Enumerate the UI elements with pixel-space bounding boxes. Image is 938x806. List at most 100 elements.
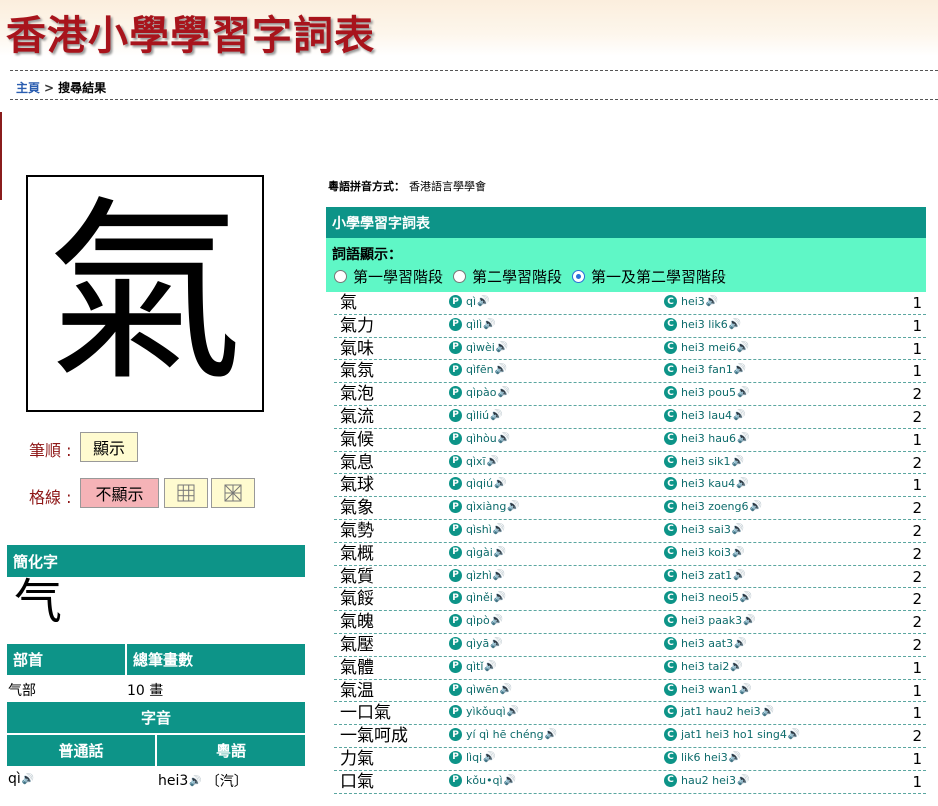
- speaker-icon[interactable]: 🔊: [491, 615, 503, 626]
- stage-2-label[interactable]: 第二學習階段: [472, 266, 562, 287]
- speaker-icon[interactable]: 🔊: [484, 661, 496, 672]
- speaker-icon[interactable]: 🔊: [729, 752, 741, 763]
- speaker-icon[interactable]: 🔊: [706, 296, 718, 307]
- table-row: 氣壓 Pqìyā 🔊 Chei3 aat3 🔊 2: [334, 634, 926, 657]
- grid-square-button[interactable]: [164, 478, 208, 508]
- pinyin-text: kǒu•qì: [466, 773, 503, 787]
- speaker-icon[interactable]: 🔊: [740, 592, 752, 603]
- speaker-icon[interactable]: 🔊: [507, 706, 519, 717]
- pinyin-cell: Pqìxiàng 🔊: [449, 500, 520, 514]
- table-row: 氣概 Pqìgài 🔊 Chei3 koi3 🔊 2: [334, 543, 926, 566]
- speaker-icon[interactable]: 🔊: [733, 570, 745, 581]
- speaker-icon[interactable]: 🔊: [736, 478, 748, 489]
- speaker-icon[interactable]: 🔊: [496, 342, 508, 353]
- speaker-icon[interactable]: 🔊: [487, 456, 499, 467]
- speaker-icon[interactable]: 🔊: [498, 433, 510, 444]
- pinyin-text: qìqiú: [466, 477, 494, 491]
- speaker-icon[interactable]: 🔊: [737, 342, 749, 353]
- speaker-icon[interactable]: 🔊: [737, 775, 749, 786]
- breadcrumb-home-link[interactable]: 主頁: [16, 81, 40, 95]
- jyutping-text: hei3 tai2: [681, 659, 730, 673]
- speaker-icon[interactable]: 🔊: [545, 729, 557, 740]
- speaker-icon[interactable]: 🔊: [507, 501, 519, 512]
- mandarin-pron: qì 🔊: [8, 771, 34, 787]
- speaker-icon[interactable]: 🔊: [483, 319, 495, 330]
- stage-both-radio[interactable]: [572, 270, 586, 283]
- level-value: 1: [912, 658, 922, 677]
- pinyin-text: qìněi: [466, 591, 493, 605]
- speaker-icon[interactable]: 🔊: [743, 615, 755, 626]
- speaker-icon[interactable]: 🔊: [504, 775, 516, 786]
- stage-1-label[interactable]: 第一學習階段: [353, 266, 443, 287]
- speaker-icon[interactable]: 🔊: [189, 776, 201, 787]
- speaker-icon[interactable]: 🔊: [483, 752, 495, 763]
- speaker-icon[interactable]: 🔊: [737, 433, 749, 444]
- table-row: 氣温 Pqìwēn 🔊 Chei3 wan1 🔊 1: [334, 680, 926, 703]
- stroke-order-show-button[interactable]: 顯示: [80, 432, 138, 462]
- breadcrumb-separator: >: [44, 81, 55, 95]
- jyutping-cell: Cjat1 hei3 ho1 sing4 🔊: [664, 728, 800, 742]
- level-value: 2: [912, 385, 922, 404]
- pronunciation-header: 字音: [7, 702, 305, 733]
- breadcrumb-current: 搜尋結果: [58, 81, 107, 95]
- speaker-icon[interactable]: 🔊: [493, 524, 505, 535]
- speaker-icon[interactable]: 🔊: [490, 410, 502, 421]
- stage-1-radio[interactable]: [334, 270, 347, 283]
- method-value: 香港語言學學會: [409, 180, 486, 193]
- speaker-icon[interactable]: 🔊: [500, 684, 512, 695]
- speaker-icon[interactable]: 🔊: [762, 706, 774, 717]
- speaker-icon[interactable]: 🔊: [734, 638, 746, 649]
- pinyin-text: qìshì: [466, 522, 492, 536]
- speaker-icon[interactable]: 🔊: [732, 524, 744, 535]
- grid-diagonal-button[interactable]: [211, 478, 255, 508]
- pinyin-badge-icon: P: [449, 500, 462, 514]
- speaker-icon[interactable]: 🔊: [495, 364, 507, 375]
- jyutping-text: hei3 lik6: [681, 317, 728, 331]
- jyutping-cell: Chei3 paak3 🔊: [664, 614, 756, 628]
- speaker-icon[interactable]: 🔊: [732, 547, 744, 558]
- breadcrumb: 主頁 > 搜尋結果: [16, 79, 106, 96]
- stage-2-radio[interactable]: [453, 270, 467, 283]
- jyutping-badge-icon: C: [664, 522, 677, 536]
- pinyin-badge-icon: P: [449, 750, 462, 764]
- pinyin-cell: Pqìpò 🔊: [449, 614, 503, 628]
- mandarin-value: qì: [8, 771, 21, 787]
- speaker-icon[interactable]: 🔊: [498, 387, 510, 398]
- speaker-icon[interactable]: 🔊: [494, 478, 506, 489]
- speaker-icon[interactable]: 🔊: [490, 638, 502, 649]
- level-value: 2: [912, 727, 922, 746]
- speaker-icon[interactable]: 🔊: [493, 570, 505, 581]
- word-text: 氣流: [340, 406, 374, 427]
- speaker-icon[interactable]: 🔊: [477, 296, 489, 307]
- jyutping-badge-icon: C: [664, 614, 677, 628]
- speaker-icon[interactable]: 🔊: [494, 547, 506, 558]
- grid-hide-button[interactable]: 不顯示: [80, 478, 159, 508]
- speaker-icon[interactable]: 🔊: [729, 319, 741, 330]
- speaker-icon[interactable]: 🔊: [739, 684, 751, 695]
- table-row: 氣候 Pqìhòu 🔊 Chei3 hau6 🔊 1: [334, 429, 926, 452]
- character-display: 氣: [26, 175, 264, 412]
- word-text: 氣息: [340, 452, 374, 473]
- speaker-icon[interactable]: 🔊: [730, 661, 742, 672]
- speaker-icon[interactable]: 🔊: [788, 729, 800, 740]
- speaker-icon[interactable]: 🔊: [731, 456, 743, 467]
- speaker-icon[interactable]: 🔊: [734, 364, 746, 375]
- jyutping-badge-icon: C: [664, 408, 677, 422]
- pinyin-cell: Pqìwēn 🔊: [449, 682, 512, 696]
- jyutping-badge-icon: C: [664, 477, 677, 491]
- stage-both-label[interactable]: 第一及第二學習階段: [591, 266, 726, 287]
- speaker-icon[interactable]: 🔊: [737, 387, 749, 398]
- jyutping-text: hei3 lau4: [681, 408, 733, 422]
- pinyin-text: qìfēn: [466, 363, 494, 377]
- radical-header: 部首: [7, 644, 125, 675]
- table-row: 一口氣 Pyìkǒuqì 🔊 Cjat1 hau2 hei3 🔊 1: [334, 702, 926, 726]
- jyutping-cell: Chei3 wan1 🔊: [664, 682, 751, 696]
- speaker-icon[interactable]: 🔊: [494, 592, 506, 603]
- method-label: 粵語拼音方式：: [328, 180, 405, 193]
- speaker-icon[interactable]: 🔊: [750, 501, 762, 512]
- pinyin-text: yí qì hē chéng: [466, 728, 544, 742]
- site-title[interactable]: 香港小學學習字詞表: [6, 3, 375, 61]
- level-value: 2: [912, 453, 922, 472]
- speaker-icon[interactable]: 🔊: [733, 410, 745, 421]
- speaker-icon[interactable]: 🔊: [22, 774, 34, 785]
